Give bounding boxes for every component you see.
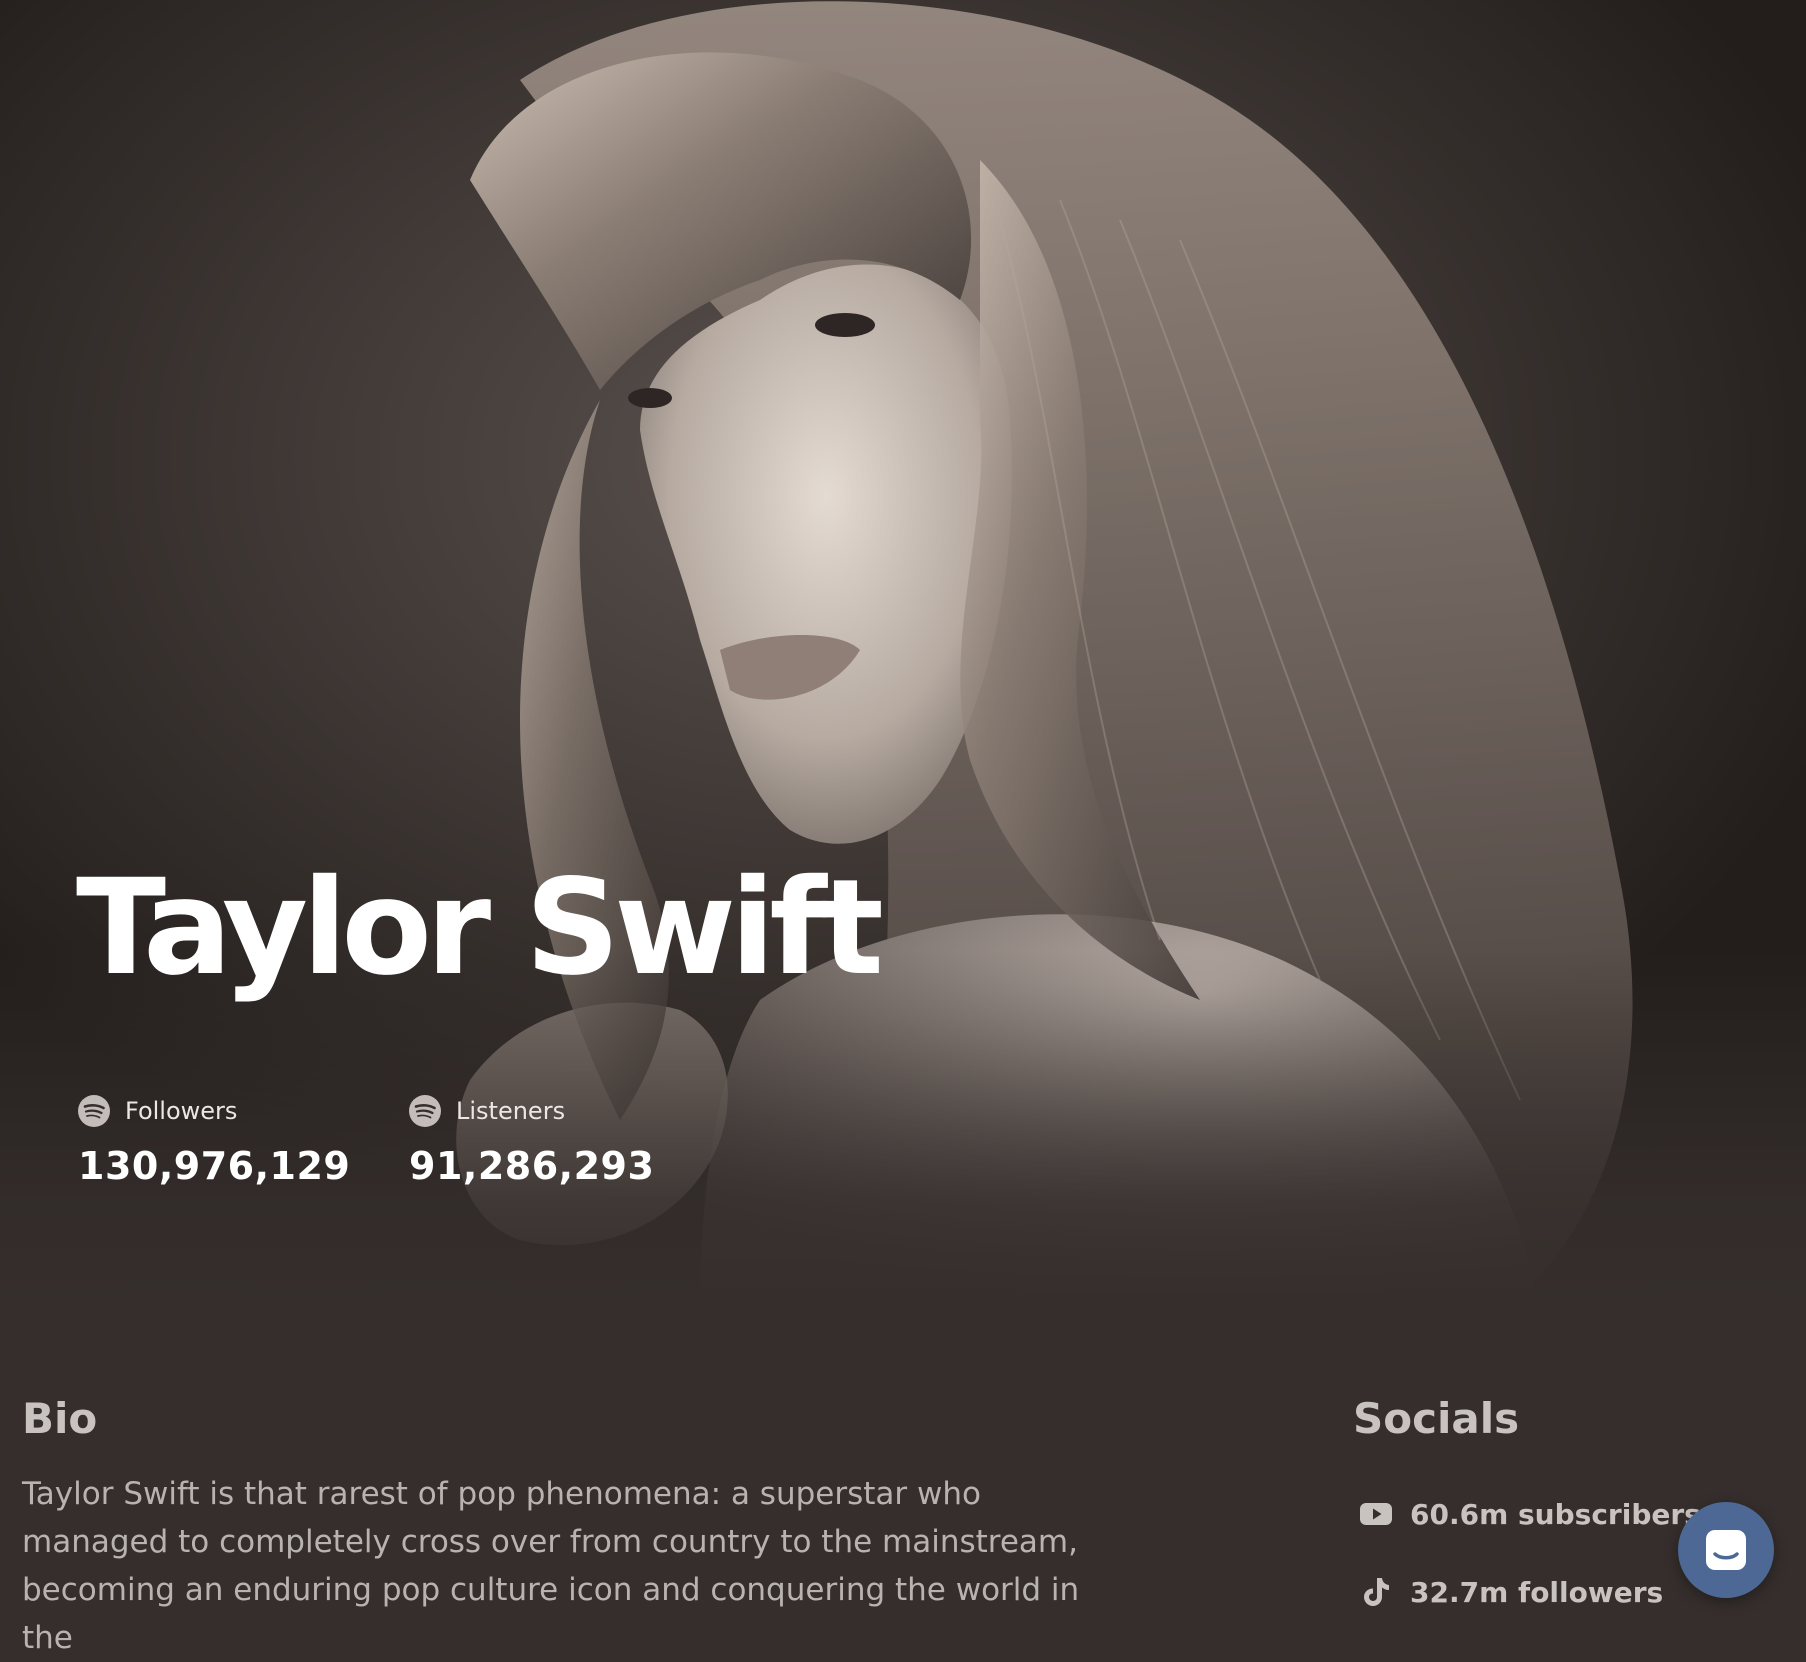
- bio-title: Bio: [22, 1394, 98, 1443]
- stat-listeners: Listeners 91,286,293: [409, 1094, 654, 1188]
- social-youtube[interactable]: 60.6m subscribers: [1358, 1496, 1701, 1532]
- stat-label: Listeners: [456, 1097, 566, 1125]
- social-text: 60.6m subscribers: [1410, 1497, 1701, 1531]
- chat-icon: [1706, 1530, 1746, 1570]
- socials-title: Socials: [1353, 1394, 1520, 1443]
- stat-followers: Followers 130,976,129: [78, 1094, 350, 1188]
- stat-value: 130,976,129: [78, 1144, 351, 1188]
- tiktok-icon: [1364, 1578, 1389, 1606]
- social-text: 32.7m followers: [1410, 1575, 1664, 1609]
- artist-name: Taylor Swift: [76, 851, 884, 1005]
- spotify-icon: [409, 1095, 441, 1127]
- spotify-icon: [78, 1095, 110, 1127]
- bio-text: Taylor Swift is that rarest of pop pheno…: [22, 1476, 1080, 1656]
- chat-button[interactable]: [1678, 1502, 1774, 1598]
- youtube-icon: [1360, 1503, 1392, 1525]
- stat-label: Followers: [125, 1097, 238, 1125]
- social-tiktok[interactable]: 32.7m followers: [1358, 1574, 1663, 1610]
- artist-hero: Taylor Swift Followers 130,976,129 Liste…: [0, 0, 1806, 1310]
- stat-value: 91,286,293: [409, 1144, 655, 1188]
